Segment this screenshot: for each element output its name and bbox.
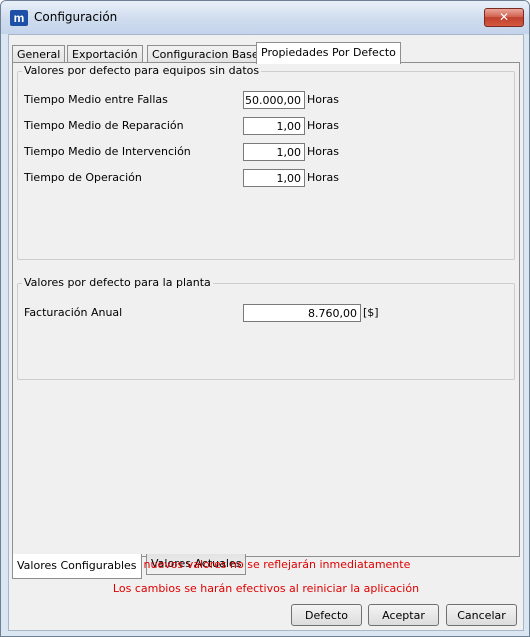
app-logo-icon: m — [10, 10, 28, 26]
close-button[interactable]: ✕ — [484, 8, 524, 27]
mtbf-label: Tiempo Medio entre Fallas — [24, 93, 168, 106]
mtbf-unit: Horas — [307, 93, 339, 106]
plant-group-title: Valores por defecto para la planta — [22, 276, 213, 289]
annual-billing-input[interactable]: 8.760,00 — [243, 304, 361, 322]
mttr-label: Tiempo Medio de Reparación — [24, 119, 184, 132]
window-title: Configuración — [34, 10, 118, 24]
plant-defaults-group: Valores por defecto para la planta Factu… — [17, 276, 515, 380]
title-bar[interactable]: m Configuración ✕ — [1, 1, 529, 34]
mttr-input[interactable]: 1,00 — [243, 117, 305, 135]
accept-button[interactable]: Aceptar — [368, 604, 439, 626]
operation-time-input[interactable]: 1,00 — [243, 169, 305, 187]
intervention-time-unit: Horas — [307, 145, 339, 158]
mtbf-input[interactable]: 50.000,00 — [243, 91, 305, 109]
tab-valores-configurables[interactable]: Valores Configurables — [12, 554, 142, 579]
tab-configuracion-base[interactable]: Configuracion Base — [147, 45, 264, 63]
notice-restart-required: Los cambios se harán efectivos al reinic… — [112, 582, 420, 595]
tab-propiedades-por-defecto[interactable]: Propiedades Por Defecto — [256, 42, 401, 64]
cancel-button[interactable]: Cancelar — [446, 604, 517, 626]
tab-general[interactable]: General — [12, 45, 66, 63]
equipment-group-title: Valores por defecto para equipos sin dat… — [22, 64, 262, 77]
configuration-dialog: m Configuración ✕ General Exportación Co… — [0, 0, 530, 637]
default-button[interactable]: Defecto — [291, 604, 362, 626]
mttr-unit: Horas — [307, 119, 339, 132]
tab-exportacion[interactable]: Exportación — [67, 45, 143, 63]
equipment-defaults-group: Valores por defecto para equipos sin dat… — [17, 64, 515, 260]
intervention-time-label: Tiempo Medio de Intervención — [24, 145, 191, 158]
annual-billing-label: Facturación Anual — [24, 306, 123, 319]
intervention-time-input[interactable]: 1,00 — [243, 143, 305, 161]
dialog-content: General Exportación Configuracion Base P… — [8, 34, 524, 631]
operation-time-label: Tiempo de Operación — [24, 171, 142, 184]
operation-time-unit: Horas — [307, 171, 339, 184]
tab-panel-propiedades: Valores por defecto para equipos sin dat… — [12, 62, 520, 557]
annual-billing-unit: [$] — [363, 306, 379, 319]
